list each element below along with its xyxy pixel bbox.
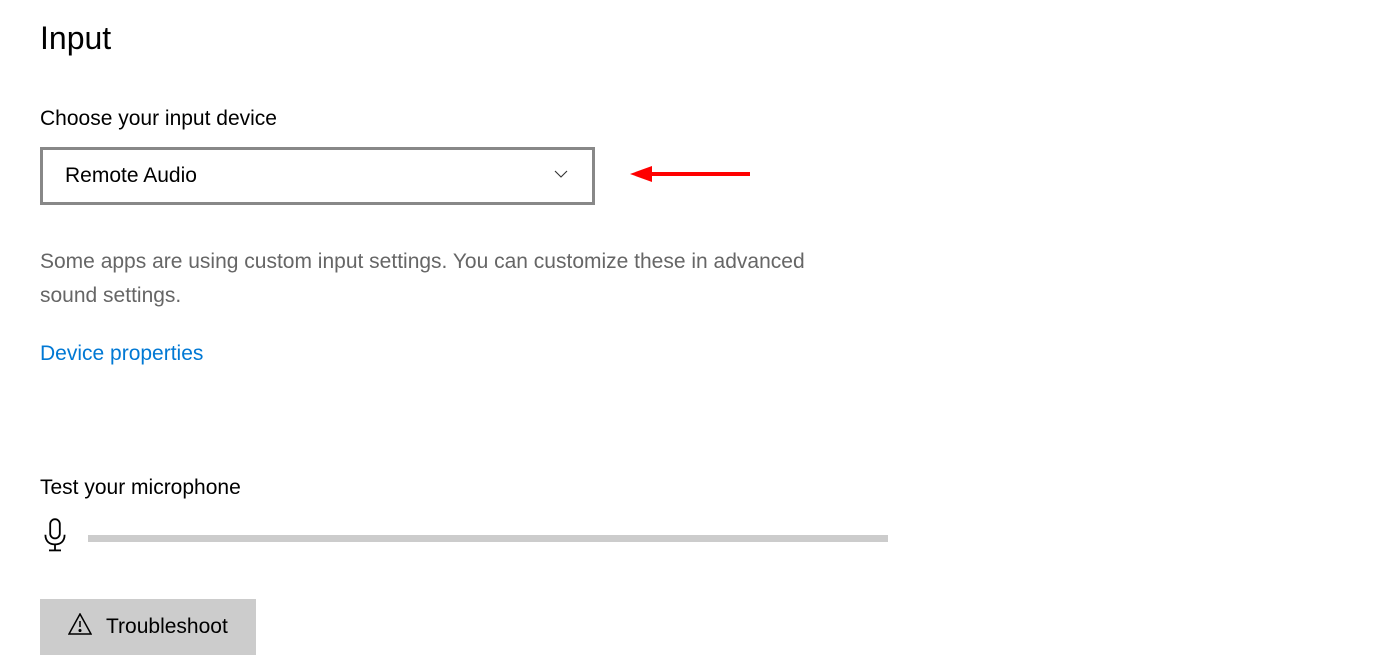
input-device-dropdown[interactable]: Remote Audio <box>40 147 595 205</box>
input-device-selected-value: Remote Audio <box>65 164 197 188</box>
microphone-icon <box>40 518 70 559</box>
chevron-down-icon <box>552 165 570 188</box>
device-properties-link[interactable]: Device properties <box>40 342 203 366</box>
troubleshoot-button[interactable]: Troubleshoot <box>40 599 256 655</box>
mic-level-bar <box>88 535 888 542</box>
warning-icon <box>68 613 92 641</box>
troubleshoot-button-label: Troubleshoot <box>106 615 228 639</box>
custom-input-info-text: Some apps are using custom input setting… <box>40 245 820 312</box>
annotation-arrow-icon <box>630 162 750 191</box>
mic-test-label: Test your microphone <box>40 476 1340 500</box>
section-title: Input <box>40 20 1340 57</box>
input-device-label: Choose your input device <box>40 107 1340 131</box>
